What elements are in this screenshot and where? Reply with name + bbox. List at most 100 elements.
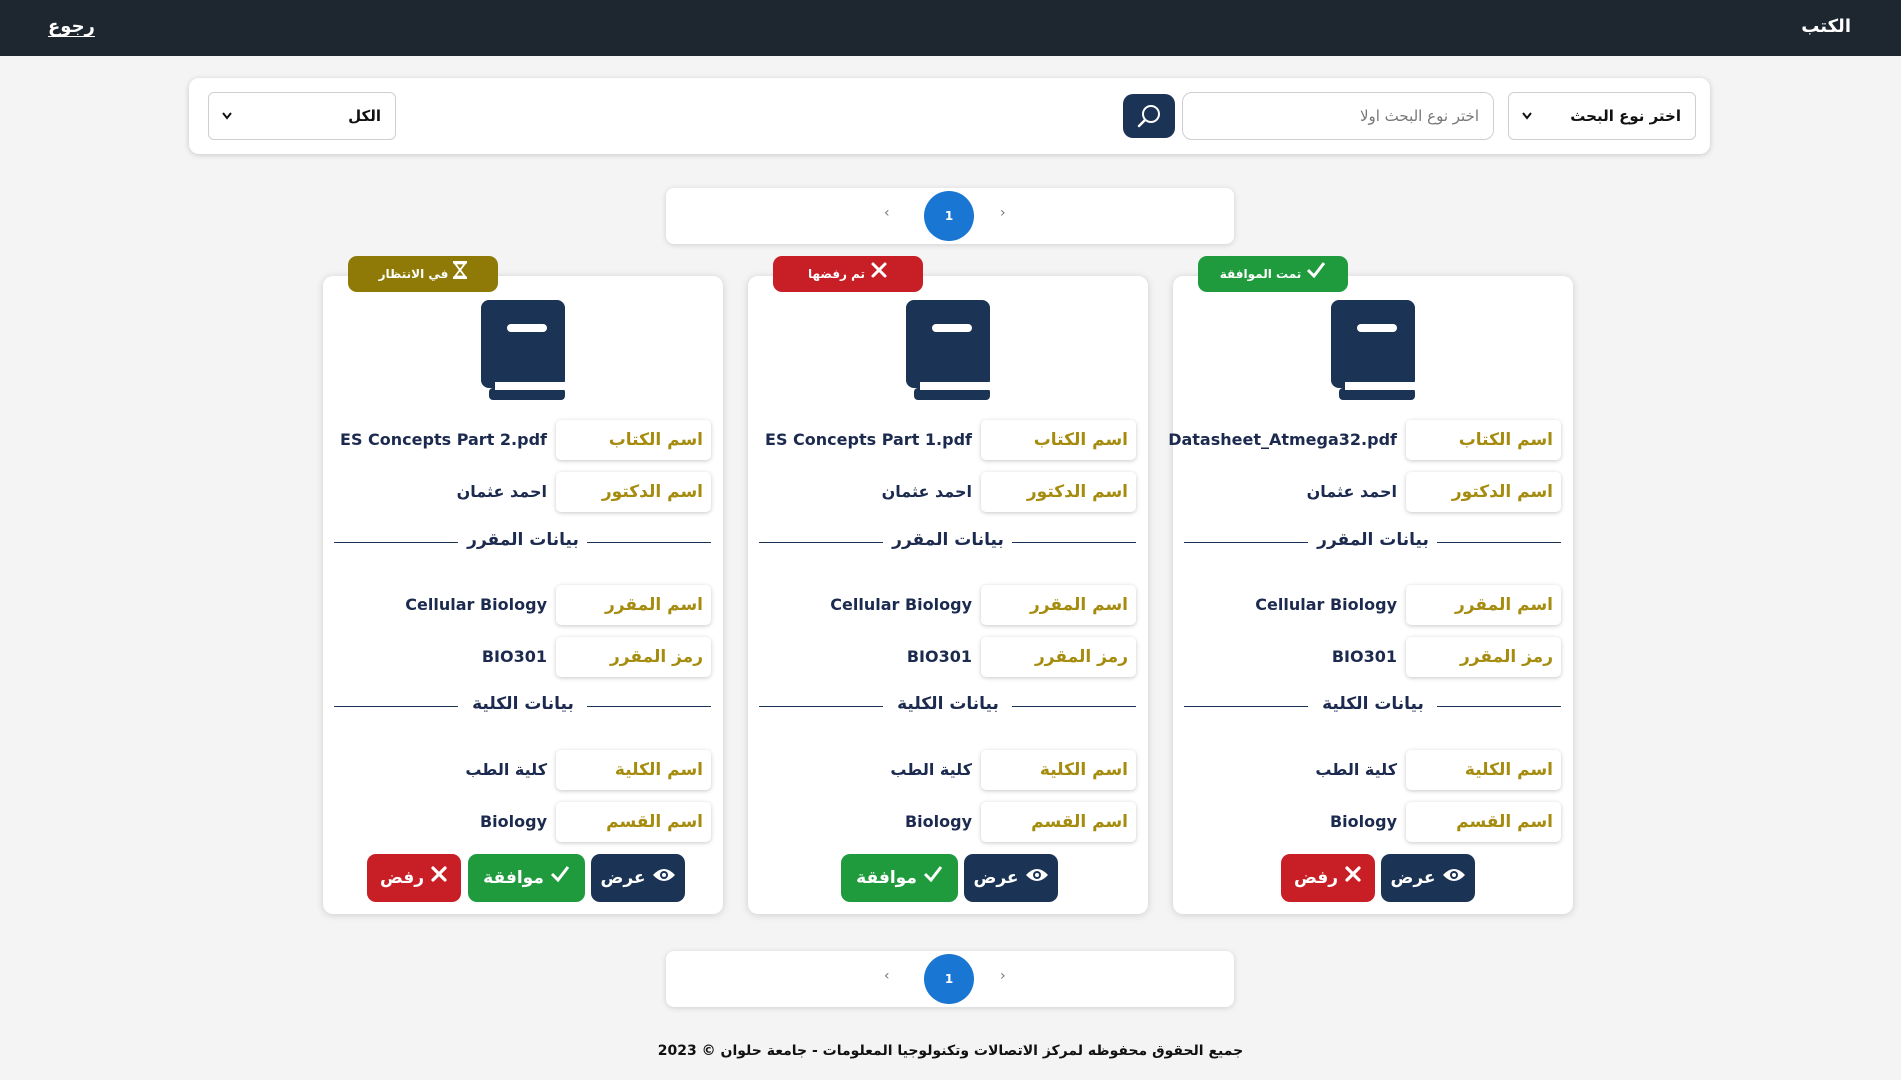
reject-button[interactable]: رفض: [367, 854, 461, 902]
field-value: كلية الطب: [465, 760, 547, 779]
course-name-row: اسم المقرر Cellular Biology: [748, 585, 1148, 625]
book-name-row: اسم الكتاب ES Concepts Part 1.pdf: [748, 420, 1148, 460]
page-title: الكتب: [1801, 16, 1851, 37]
eye-icon: [652, 854, 676, 902]
field-label: اسم المقرر: [981, 585, 1136, 625]
field-label: رمز المقرر: [556, 637, 711, 677]
field-label: اسم الدكتور: [981, 472, 1136, 512]
department-name-row: اسم القسم Biology: [323, 802, 723, 842]
eye-icon: [1025, 854, 1049, 902]
search-type-select[interactable]: اختر نوع البحث: [1508, 92, 1696, 140]
field-value: BIO301: [906, 647, 972, 666]
check-icon: [923, 854, 943, 902]
check-icon: [1306, 257, 1326, 293]
field-value: احمد عثمان: [881, 482, 972, 501]
reject-button[interactable]: رفض: [1281, 854, 1375, 902]
section-divider: بيانات المقرر: [323, 530, 723, 554]
faculty-name-row: اسم الكلية كلية الطب: [748, 750, 1148, 790]
doctor-name-row: اسم الدكتور احمد عثمان: [748, 472, 1148, 512]
pagination-page-1[interactable]: 1: [924, 191, 974, 241]
filter-select[interactable]: الكل: [208, 92, 396, 140]
card-actions: عرض موافقة: [841, 854, 1058, 902]
book-card: تمت الموافقة اسم الكتاب Datasheet_Atmega…: [1168, 256, 1573, 914]
course-name-row: اسم المقرر Cellular Biology: [1173, 585, 1573, 625]
field-value: Cellular Biology: [405, 595, 547, 614]
view-button[interactable]: عرض: [1381, 854, 1475, 902]
book-icon: [906, 300, 990, 400]
book-icon: [481, 300, 565, 400]
search-icon: [1137, 105, 1160, 128]
status-badge-pending: في الانتظار: [348, 256, 498, 292]
section-title: بيانات المقرر: [892, 530, 1004, 550]
filter-select-value: الكل: [348, 107, 381, 125]
field-value: Biology: [904, 812, 972, 831]
section-divider: بيانات الكلية: [323, 694, 723, 718]
pagination-prev[interactable]: ‹: [884, 968, 890, 984]
section-title: بيانات المقرر: [467, 530, 579, 550]
doctor-name-row: اسم الدكتور احمد عثمان: [323, 472, 723, 512]
field-value: Biology: [1329, 812, 1397, 831]
chevron-down-icon: [1521, 93, 1533, 159]
book-card: في الانتظار اسم الكتاب ES Concepts Part …: [323, 256, 723, 914]
field-label: رمز المقرر: [981, 637, 1136, 677]
check-icon: [550, 854, 570, 902]
book-card: تم رفضها اسم الكتاب ES Concepts Part 1.p…: [748, 256, 1148, 914]
field-label: اسم الكلية: [1406, 750, 1561, 790]
course-name-row: اسم المقرر Cellular Biology: [323, 585, 723, 625]
field-label: اسم المقرر: [556, 585, 711, 625]
section-title: بيانات الكلية: [472, 694, 574, 714]
field-label: اسم الدكتور: [1406, 472, 1561, 512]
card-actions: عرض موافقة رفض: [367, 854, 685, 902]
back-link[interactable]: رجوع: [48, 16, 95, 37]
pagination-page-1[interactable]: 1: [924, 954, 974, 1004]
section-title: بيانات الكلية: [897, 694, 999, 714]
field-value: Cellular Biology: [830, 595, 972, 614]
faculty-name-row: اسم الكلية كلية الطب: [1173, 750, 1573, 790]
field-label: اسم الكتاب: [1406, 420, 1561, 460]
field-label: اسم الكلية: [981, 750, 1136, 790]
pagination-prev[interactable]: ‹: [884, 205, 890, 221]
field-label: اسم الكتاب: [556, 420, 711, 460]
faculty-name-row: اسم الكلية كلية الطب: [323, 750, 723, 790]
book-name-row: اسم الكتاب ES Concepts Part 2.pdf: [323, 420, 723, 460]
x-icon: [430, 854, 448, 902]
section-divider: بيانات المقرر: [1173, 530, 1573, 554]
section-divider: بيانات الكلية: [748, 694, 1148, 718]
search-input[interactable]: [1182, 92, 1494, 140]
course-code-row: رمز المقرر BIO301: [1173, 637, 1573, 677]
search-type-value: اختر نوع البحث: [1570, 107, 1681, 125]
field-value: احمد عثمان: [1306, 482, 1397, 501]
view-button[interactable]: عرض: [591, 854, 685, 902]
field-label: اسم الكلية: [556, 750, 711, 790]
course-code-row: رمز المقرر BIO301: [748, 637, 1148, 677]
field-label: اسم المقرر: [1406, 585, 1561, 625]
x-icon: [870, 257, 888, 293]
field-label: اسم الدكتور: [556, 472, 711, 512]
field-label: رمز المقرر: [1406, 637, 1561, 677]
section-title: بيانات الكلية: [1322, 694, 1424, 714]
pagination-next[interactable]: ›: [1000, 205, 1006, 221]
approve-button[interactable]: موافقة: [468, 854, 585, 902]
approve-button[interactable]: موافقة: [841, 854, 958, 902]
course-code-row: رمز المقرر BIO301: [323, 637, 723, 677]
field-value: Cellular Biology: [1255, 595, 1397, 614]
section-divider: بيانات المقرر: [748, 530, 1148, 554]
field-value: ES Concepts Part 1.pdf: [765, 430, 972, 449]
field-value: كلية الطب: [890, 760, 972, 779]
view-button[interactable]: عرض: [964, 854, 1058, 902]
search-button[interactable]: [1123, 94, 1175, 138]
status-badge-approved: تمت الموافقة: [1198, 256, 1348, 292]
pagination-top: ‹ 1 ›: [666, 188, 1234, 244]
field-value: ES Concepts Part 2.pdf: [340, 430, 547, 449]
eye-icon: [1442, 854, 1466, 902]
department-name-row: اسم القسم Biology: [1173, 802, 1573, 842]
book-name-row: اسم الكتاب Datasheet_Atmega32.pdf: [1168, 420, 1573, 460]
pagination-next[interactable]: ›: [1000, 968, 1006, 984]
field-value: BIO301: [1331, 647, 1397, 666]
status-badge-rejected: تم رفضها: [773, 256, 923, 292]
field-value: Biology: [479, 812, 547, 831]
field-value: احمد عثمان: [456, 482, 547, 501]
card-actions: عرض رفض: [1281, 854, 1475, 902]
footer-copyright: جميع الحقوق محفوظه لمركز الاتصالات وتكنو…: [657, 1043, 1244, 1059]
section-divider: بيانات الكلية: [1173, 694, 1573, 718]
